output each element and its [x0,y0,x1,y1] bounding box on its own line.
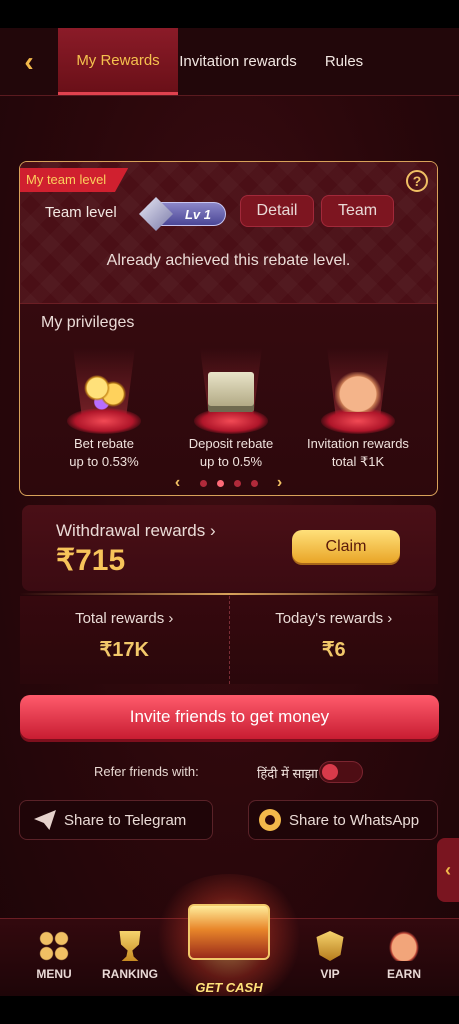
treasure-chest-icon [188,904,270,960]
divider [20,593,438,595]
menu-icon [39,931,69,961]
privilege-label: Deposit rebate [188,436,274,451]
team-level-panel: My team level ? Team level Lv 1 Detail T… [20,162,437,304]
tab-invitation-rewards[interactable]: Invitation rewards [178,28,298,95]
chevron-right-icon[interactable]: › [268,474,292,492]
withdrawal-rewards-link[interactable]: Withdrawal rewards › [56,521,216,541]
tab-rules[interactable]: Rules [298,28,390,95]
total-rewards-label: Total rewards › [75,610,174,627]
page-dot[interactable] [250,479,258,487]
share-telegram-label: Share to Telegram [64,811,187,829]
privileges-pager: ‹ › [20,474,437,492]
back-button[interactable]: ‹ [0,28,58,95]
privilege-bet-rebate[interactable]: Bet rebate up to 0.53% [48,348,160,470]
rewards-screen: ‹ My Rewards Invitation rewards Rules My… [0,28,459,996]
help-icon[interactable]: ? [406,170,428,192]
privilege-value: total ₹1K [331,454,385,469]
withdrawal-rewards-card: Withdrawal rewards › ₹715 Claim [22,505,436,591]
page-dot-active[interactable] [216,479,224,487]
withdrawal-amount: ₹715 [56,544,126,577]
handshake-icon [315,348,401,434]
nav-get-cash[interactable]: GET CASH [150,874,308,996]
privilege-value: up to 0.53% [69,454,139,469]
tab-my-rewards[interactable]: My Rewards [58,28,178,95]
todays-rewards-label: Today's rewards › [275,610,393,627]
total-rewards-stat[interactable]: Total rewards › ₹17K [20,596,229,684]
nav-earn-label: EARN [386,967,421,981]
privilege-label: Bet rebate [74,436,134,451]
toggle-knob [322,764,338,780]
trophy-icon [119,931,141,961]
privilege-deposit-rebate[interactable]: Deposit rebate up to 0.5% [175,348,287,470]
back-arrow-icon: ‹ [24,45,34,77]
nav-menu-label: MENU [36,967,72,981]
rewards-stats: Total rewards › ₹17K Today's rewards › ₹… [20,596,438,684]
todays-rewards-stat[interactable]: Today's rewards › ₹6 [228,596,439,684]
invite-friends-button[interactable]: Invite friends to get money [20,695,439,739]
todays-rewards-value: ₹6 [321,639,346,661]
vip-icon [316,931,344,961]
privilege-invitation-rewards[interactable]: Invitation rewards total ₹1K [302,348,414,470]
page-dot[interactable] [233,479,241,487]
chevron-left-icon: ‹ [445,859,451,880]
team-level-card: My team level ? Team level Lv 1 Detail T… [19,161,438,496]
coins-icon [61,348,147,434]
nav-get-cash-label: GET CASH [195,980,263,995]
team-button[interactable]: Team [321,195,394,227]
privilege-label: Invitation rewards [307,436,409,451]
refer-language-row: Refer friends with: हिंदी में साझा करें [0,761,459,783]
telegram-icon [34,810,56,830]
handshake-icon [389,931,419,961]
nav-earn[interactable]: EARN [366,931,442,981]
diamond-icon [139,197,173,231]
detail-button[interactable]: Detail [240,195,314,227]
hindi-share-toggle[interactable] [319,761,363,783]
nav-menu[interactable]: MENU [16,931,92,981]
top-tab-bar: ‹ My Rewards Invitation rewards Rules [0,28,459,96]
team-level-label: Team level [45,204,117,221]
level-badge-text: Lv 1 [184,206,211,222]
cash-box-icon [188,348,274,434]
level-badge: Lv 1 [139,197,226,231]
share-whatsapp-button[interactable]: Share to WhatsApp [248,800,438,840]
privilege-value: up to 0.5% [199,454,263,469]
claim-button[interactable]: Claim [292,530,400,563]
page-dot[interactable] [199,479,207,487]
chevron-left-icon[interactable]: ‹ [166,474,190,492]
share-telegram-button[interactable]: Share to Telegram [19,800,213,840]
team-level-ribbon: My team level [20,168,129,192]
whatsapp-icon [259,809,281,831]
refer-label: Refer friends with: [94,764,199,779]
share-whatsapp-label: Share to WhatsApp [289,811,420,829]
total-rewards-value: ₹17K [99,639,149,661]
privileges-title: My privileges [41,314,135,331]
rebate-level-message: Already achieved this rebate level. [106,252,351,269]
side-drawer-tab[interactable]: ‹ [437,838,459,902]
